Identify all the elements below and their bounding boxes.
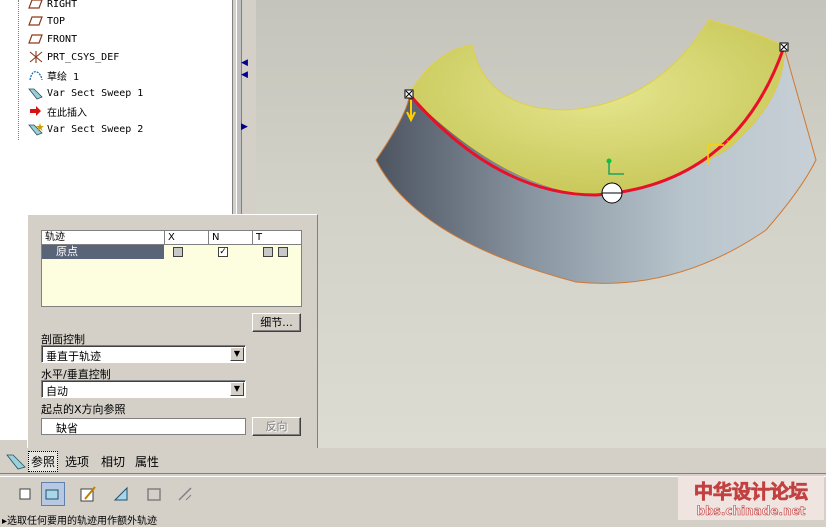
x-checkbox[interactable] [173,247,183,257]
watermark-logo: 中华设计论坛 bbs.chinade.net [678,476,824,520]
dashboard-tab-bar: 参照 选项 相切 属性 [0,448,826,474]
collapse-left-icon[interactable]: ◀ [241,70,248,80]
col-x: X [165,231,209,244]
tree-item-right[interactable]: RIGHT [28,0,77,12]
col-n: N [209,231,253,244]
section-control-value: 垂直于轨迹 [46,350,101,363]
datum-plane-icon [28,16,43,26]
tree-item-label: Var Sect Sweep 1 [47,87,144,99]
trajectory-table-header: 轨迹 X N T [42,231,301,245]
sketch-section-icon[interactable] [76,482,100,506]
forum-watermark: 中华设计论坛 bbs.chinade.net [678,476,824,520]
tree-item-label: Var Sect Sweep 2 [47,123,144,135]
collapse-left-icon[interactable]: ◀ [241,58,248,68]
remove-material-icon[interactable] [109,482,133,506]
constant-section-icon[interactable] [173,482,197,506]
tree-item-label: 在此插入 [47,107,87,119]
trajectory-name: 原点 [42,245,164,259]
tree-item-label: 草绘 1 [47,71,80,83]
chevron-down-icon[interactable]: ▼ [230,347,244,361]
watermark-url: bbs.chinade.net [697,504,806,518]
details-button[interactable]: 细节... [252,313,301,332]
tree-item-insert-here[interactable]: 在此插入 [28,103,87,119]
graphics-viewport[interactable]: X [256,0,826,448]
start-x-ref-label: 起点的X方向参照 [41,403,126,416]
horiz-vert-control-select[interactable]: 自动 ▼ [41,380,246,398]
watermark-title: 中华设计论坛 [694,480,808,503]
tree-item-sweep-1[interactable]: Var Sect Sweep 1 [28,85,143,101]
tree-item-label: PRT_CSYS_DEF [47,51,120,63]
chevron-down-icon[interactable]: ▼ [230,382,244,396]
tab-properties[interactable]: 属性 [135,453,159,470]
surface-icon[interactable] [41,482,65,506]
tree-item-label: TOP [47,15,66,27]
datum-plane-icon [28,0,43,9]
expand-right-icon[interactable]: ▶ [241,122,248,132]
n-checkbox[interactable]: ✓ [218,247,228,257]
tree-item-sweep-2[interactable]: Var Sect Sweep 2 [28,121,143,137]
csys-icon [29,51,43,63]
tree-item-label: RIGHT [47,0,78,10]
col-t: T [256,232,263,243]
tree-item-csys[interactable]: PRT_CSYS_DEF [28,49,119,65]
references-panel: 轨迹 X N T 原点 ✓ 细节... 剖面控制 垂直于轨迹 ▼ 水平/垂直控制… [27,214,318,449]
tree-item-sketch[interactable]: 草绘 1 [28,67,79,83]
sweep-feature-icon [6,454,26,470]
horiz-vert-control-value: 自动 [46,385,68,398]
tree-item-top[interactable]: TOP [28,13,65,29]
tree-item-front[interactable]: FRONT [28,31,77,47]
start-x-ref-field[interactable]: 缺省 [41,418,246,435]
tree-connector [18,0,19,140]
datum-plane-icon [28,34,43,44]
trajectory-table[interactable]: 轨迹 X N T 原点 ✓ [41,230,302,307]
sweep-icon [28,88,43,100]
tree-item-label: FRONT [47,33,78,45]
thicken-icon[interactable] [142,482,166,506]
divider [0,473,826,474]
solid-icon[interactable] [13,482,37,506]
flip-button[interactable]: 反向 [252,417,301,436]
tab-tangency[interactable]: 相切 [101,453,125,470]
model-geometry[interactable]: X [256,0,826,448]
t-checkbox[interactable] [263,247,273,257]
tab-options[interactable]: 选项 [65,453,89,470]
svg-text:X: X [725,139,732,148]
table-row[interactable]: 原点 ✓ [42,245,301,259]
section-control-select[interactable]: 垂直于轨迹 ▼ [41,345,246,363]
sweep-new-icon [28,123,44,136]
insert-here-arrow-icon [30,106,41,116]
sketch-icon [29,71,43,81]
tab-references[interactable]: 参照 [28,451,59,472]
splitter-bar[interactable] [236,0,242,215]
start-x-ref-value: 缺省 [56,422,78,435]
t-checkbox-2[interactable] [278,247,288,257]
col-trajectory: 轨迹 [42,231,165,244]
